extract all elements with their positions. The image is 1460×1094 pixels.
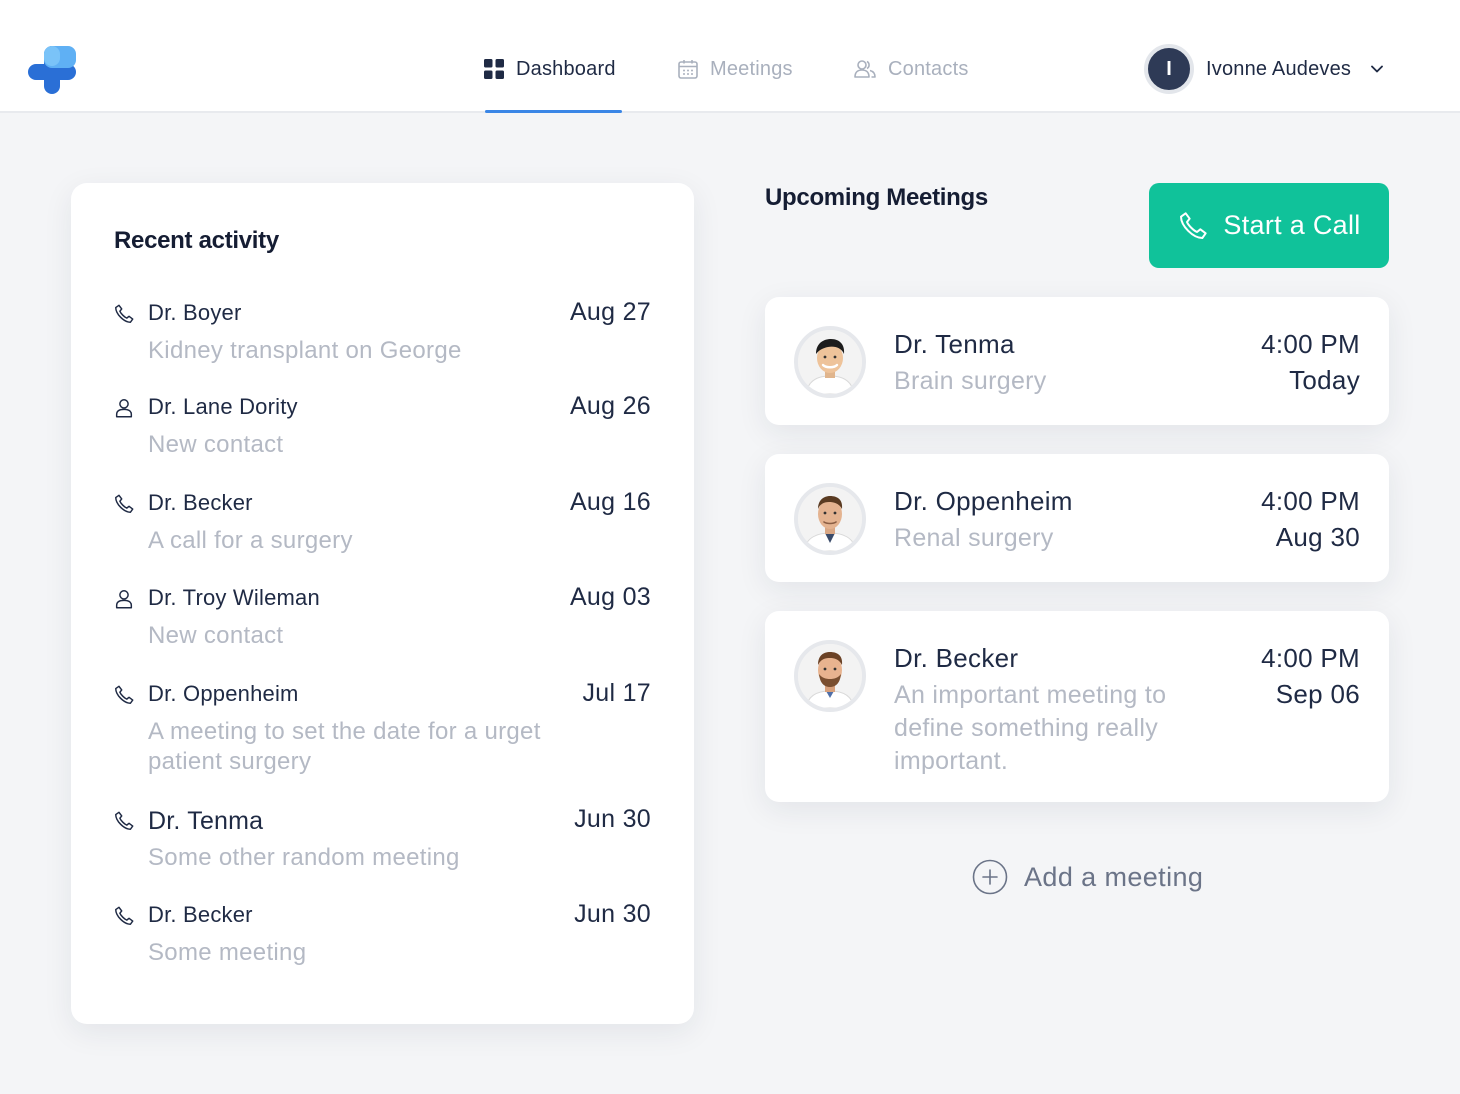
tab-dashboard-label: Dashboard — [516, 57, 616, 80]
person-icon — [115, 399, 133, 418]
top-header: Dashboard Meetings Contacts I Ivonne Aud… — [0, 0, 1460, 113]
activity-name: Dr. Tenma — [148, 807, 264, 835]
user-name: Ivonne Audeves — [1206, 57, 1352, 80]
phone-icon — [115, 685, 134, 704]
meeting-time: 4:00 PM — [1261, 329, 1360, 359]
person-icon — [115, 590, 133, 609]
activity-name: Dr. Becker — [148, 490, 253, 515]
start-call-button[interactable]: Start a Call — [1149, 183, 1389, 268]
user-menu[interactable]: I Ivonne Audeves — [1144, 44, 1384, 94]
meeting-card[interactable]: Dr. Becker An important meeting to defin… — [765, 611, 1389, 802]
doctor-portrait-icon — [798, 644, 862, 708]
grid-icon — [484, 59, 504, 79]
doctor-portrait-icon — [798, 330, 862, 394]
activity-description: New contact — [148, 431, 284, 458]
activity-name: Dr. Oppenheim — [148, 681, 299, 706]
contacts-icon — [854, 60, 876, 78]
upcoming-meetings-title: Upcoming Meetings — [765, 184, 988, 211]
activity-list[interactable]: Dr. Boyer Aug 27 Kidney transplant on Ge… — [71, 183, 694, 973]
active-tab-indicator — [485, 110, 622, 113]
start-call-label: Start a Call — [1223, 210, 1361, 240]
activity-description: A meeting to set the date for a urget pa… — [148, 718, 541, 775]
add-meeting-button[interactable]: Add a meeting — [972, 859, 1203, 895]
meeting-doctor-name: Dr. Oppenheim — [894, 486, 1073, 516]
meeting-doctor-name: Dr. Becker — [894, 643, 1019, 673]
activity-date: Aug 03 — [569, 583, 651, 611]
activity-description: A call for a surgery — [148, 527, 353, 554]
activity-date: Jul 17 — [582, 679, 651, 707]
activity-name: Dr. Boyer — [148, 300, 242, 325]
phone-icon — [115, 906, 134, 925]
activity-date: Jun 30 — [574, 900, 651, 928]
phone-icon — [115, 811, 134, 830]
recent-activity-card: Recent activity Dr. Boyer Aug 27 Kidney … — [71, 183, 694, 1024]
avatar: I — [1144, 44, 1194, 94]
app-logo-icon[interactable] — [28, 46, 76, 94]
meeting-description: An important meeting to define something… — [894, 681, 1167, 775]
activity-name: Dr. Troy Wileman — [148, 585, 320, 610]
activity-date: Aug 26 — [569, 392, 651, 420]
meeting-doctor-name: Dr. Tenma — [894, 329, 1015, 359]
phone-icon — [115, 494, 134, 513]
avatar — [794, 326, 866, 398]
meeting-time: 4:00 PM — [1261, 486, 1360, 516]
meeting-card[interactable]: Dr. Tenma Brain surgery 4:00 PM Today — [765, 297, 1389, 425]
meeting-time: 4:00 PM — [1261, 643, 1360, 673]
tab-meetings-label: Meetings — [710, 57, 793, 80]
activity-date: Aug 27 — [569, 298, 651, 326]
meeting-date: Today — [1289, 365, 1360, 395]
doctor-portrait-icon — [798, 487, 862, 551]
meeting-description: Brain surgery — [894, 367, 1047, 395]
calendar-icon — [678, 60, 698, 79]
meeting-date: Aug 30 — [1275, 522, 1360, 552]
tab-dashboard[interactable]: Dashboard — [484, 56, 616, 82]
plus-circle-icon — [972, 859, 1008, 895]
meeting-description: Renal surgery — [894, 524, 1054, 552]
activity-date: Jun 30 — [574, 805, 651, 833]
avatar — [794, 640, 866, 712]
activity-date: Aug 16 — [569, 488, 651, 516]
activity-description: New contact — [148, 622, 284, 649]
activity-description: Kidney transplant on George — [148, 337, 462, 364]
activity-description: Some other random meeting — [148, 844, 460, 871]
avatar — [794, 483, 866, 555]
tab-contacts-label: Contacts — [888, 57, 969, 80]
activity-name: Dr. Becker — [148, 902, 253, 927]
add-meeting-label: Add a meeting — [1024, 861, 1204, 892]
phone-icon — [1180, 211, 1208, 239]
tab-contacts[interactable]: Contacts — [854, 56, 969, 82]
activity-name: Dr. Lane Dority — [148, 394, 298, 419]
meeting-card[interactable]: Dr. Oppenheim Renal surgery 4:00 PM Aug … — [765, 454, 1389, 582]
chevron-down-icon — [1371, 65, 1384, 73]
tab-meetings[interactable]: Meetings — [678, 56, 793, 82]
phone-icon — [115, 304, 134, 323]
meeting-date: Sep 06 — [1275, 679, 1360, 709]
activity-description: Some meeting — [148, 939, 307, 966]
